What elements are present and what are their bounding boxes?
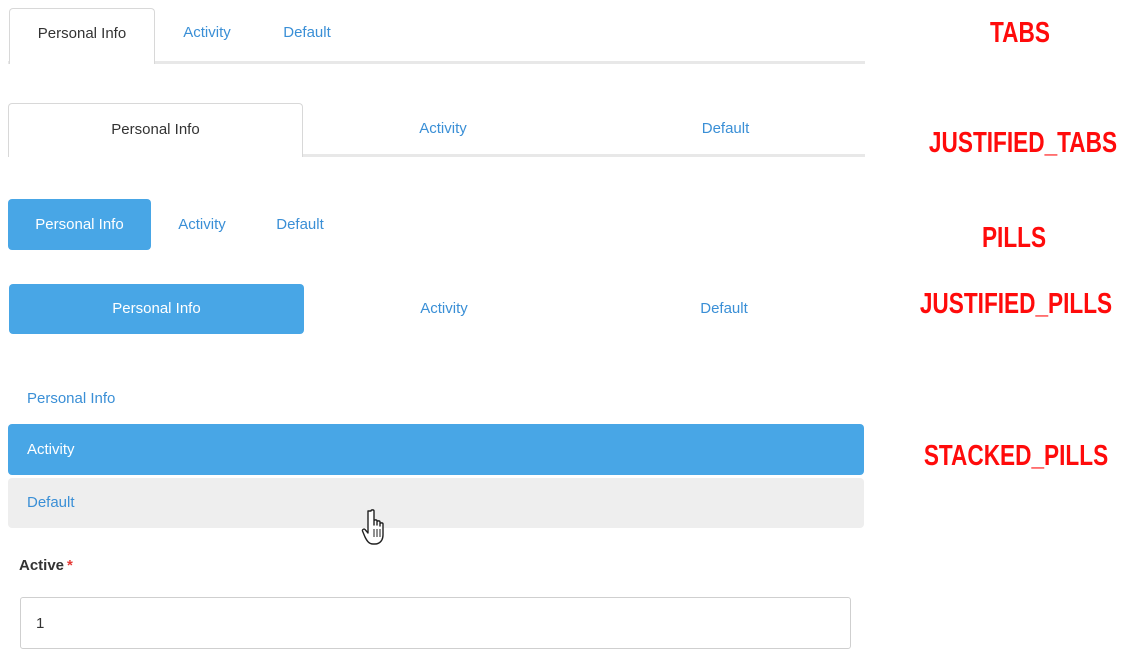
tab-personal-info[interactable]: Personal Info	[9, 8, 155, 64]
active-input[interactable]	[20, 597, 851, 649]
justified-pill-personal-info[interactable]: Personal Info	[9, 284, 304, 334]
stacked-pills-nav: Personal Info Activity Default	[0, 370, 870, 535]
pill-default[interactable]: Default	[256, 199, 344, 250]
annotation-pills: PILLS	[981, 222, 1047, 254]
justified-pill-activity[interactable]: Activity	[304, 284, 584, 334]
annotation-justified-pills: JUSTIFIED_PILLS	[919, 288, 1113, 320]
annotation-justified-tabs: JUSTIFIED_TABS	[928, 127, 1118, 159]
justified-pill-default[interactable]: Default	[584, 284, 864, 334]
pills-nav: Personal Info Activity Default	[0, 190, 870, 260]
justified-tabs-nav: Personal Info Activity Default	[0, 95, 870, 165]
justified-tab-activity[interactable]: Activity	[303, 103, 583, 157]
active-label-text: Active	[19, 557, 65, 574]
justified-tab-default[interactable]: Default	[586, 103, 865, 157]
tab-activity[interactable]: Activity	[162, 8, 252, 64]
active-field-label: Active *	[19, 557, 73, 574]
justified-tab-personal-info[interactable]: Personal Info	[8, 103, 303, 157]
tabs-nav: Personal Info Activity Default	[0, 0, 870, 70]
tab-default[interactable]: Default	[263, 8, 351, 64]
stacked-pill-activity[interactable]: Activity	[8, 424, 864, 475]
required-marker: *	[67, 557, 73, 574]
annotation-tabs: TABS	[990, 17, 1050, 49]
stacked-pill-personal-info[interactable]: Personal Info	[8, 374, 864, 424]
stacked-pill-default[interactable]: Default	[8, 478, 864, 528]
pill-personal-info[interactable]: Personal Info	[8, 199, 151, 250]
hand-pointer-icon	[361, 509, 384, 545]
pill-activity[interactable]: Activity	[159, 199, 245, 250]
annotation-stacked-pills: STACKED_PILLS	[923, 440, 1109, 472]
justified-pills-nav: Personal Info Activity Default	[0, 275, 870, 345]
